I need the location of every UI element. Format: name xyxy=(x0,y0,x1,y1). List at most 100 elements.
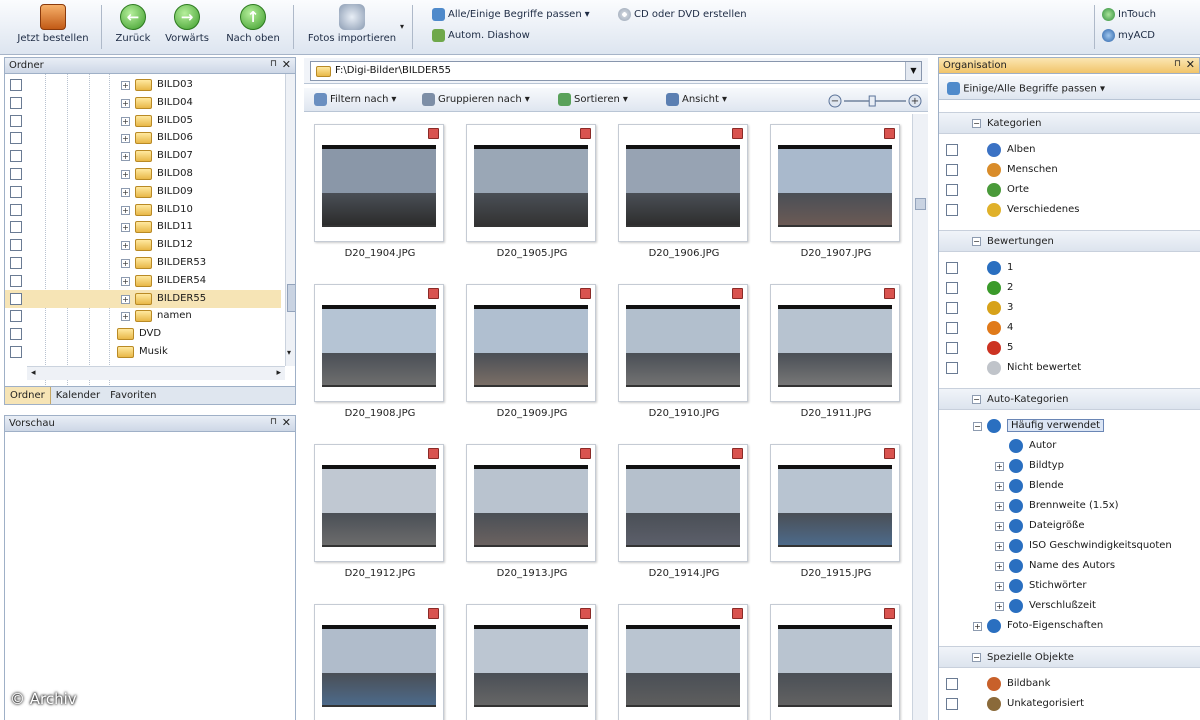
group-dropdown[interactable]: Gruppieren nach ▾ xyxy=(422,93,530,106)
folder-checkbox[interactable] xyxy=(10,132,22,145)
order-button[interactable]: Jetzt bestellen xyxy=(10,4,96,52)
folder-item[interactable]: + BILDER53 xyxy=(5,254,281,272)
folder-item[interactable]: + namen xyxy=(5,307,281,325)
auto-category-item[interactable]: + Brennweite (1.5x) xyxy=(939,496,1200,516)
expand-icon[interactable]: + xyxy=(121,170,130,179)
category-checkbox[interactable] xyxy=(946,342,958,354)
folder-item[interactable]: + BILD12 xyxy=(5,236,281,254)
expand-icon[interactable]: + xyxy=(121,312,130,322)
collapse-icon[interactable]: − xyxy=(972,653,981,662)
zoom-slider[interactable]: − + xyxy=(828,94,922,108)
forward-button[interactable]: → Vorwärts xyxy=(160,4,214,52)
folder-checkbox[interactable] xyxy=(10,221,22,234)
thumbnail-item[interactable]: D20_1908.JPG xyxy=(304,274,456,434)
category-checkbox[interactable] xyxy=(946,282,958,294)
expand-icon[interactable]: + xyxy=(121,81,130,90)
expand-icon[interactable]: + xyxy=(995,602,1004,611)
thumbnail-item[interactable]: D20_1906.JPG xyxy=(608,114,760,274)
folder-checkbox[interactable] xyxy=(10,168,22,180)
thumbnail-item[interactable]: D20_1910.JPG xyxy=(608,274,760,434)
create-cd-button[interactable]: CD oder DVD erstellen xyxy=(618,8,747,21)
category-item[interactable]: Orte xyxy=(939,180,1200,200)
auto-category-item[interactable]: + Verschlußzeit xyxy=(939,596,1200,616)
expand-icon[interactable]: + xyxy=(995,462,1004,471)
folder-checkbox[interactable] xyxy=(10,185,22,198)
folder-checkbox[interactable] xyxy=(10,257,22,269)
section-ratings[interactable]: − Bewertungen xyxy=(939,230,1200,252)
rating-item[interactable]: 2 xyxy=(939,278,1200,298)
special-item[interactable]: Bildbank xyxy=(939,674,1200,694)
expand-icon[interactable]: + xyxy=(121,294,130,304)
folder-checkbox[interactable] xyxy=(10,292,22,305)
folder-checkbox[interactable] xyxy=(10,96,22,109)
auto-category-photo-properties[interactable]: + Foto-Eigenschaften xyxy=(939,616,1200,636)
expand-icon[interactable]: + xyxy=(995,542,1004,551)
thumbnail-item[interactable]: D20_1905.JPG xyxy=(456,114,608,274)
thumbnail-item[interactable] xyxy=(456,594,608,720)
expand-icon[interactable]: + xyxy=(121,152,130,162)
auto-category-item[interactable]: + ISO Geschwindigkeitsquoten xyxy=(939,536,1200,556)
category-checkbox[interactable] xyxy=(946,144,958,156)
thumbnail-scrollbar[interactable] xyxy=(912,114,928,720)
pin-icon[interactable]: ⊓ xyxy=(270,59,277,69)
pin-icon[interactable]: ⊓ xyxy=(1174,59,1181,69)
folder-item[interactable]: DVD xyxy=(5,325,281,343)
category-checkbox[interactable] xyxy=(946,322,958,334)
auto-category-item[interactable]: + Stichwörter xyxy=(939,576,1200,596)
category-checkbox[interactable] xyxy=(946,362,958,374)
thumbnail-item[interactable]: D20_1915.JPG xyxy=(760,434,912,594)
category-checkbox[interactable] xyxy=(946,678,958,690)
intouch-button[interactable]: InTouch xyxy=(1102,8,1156,21)
rating-item[interactable]: 1 xyxy=(939,258,1200,278)
expand-icon[interactable]: + xyxy=(121,259,130,268)
section-auto-categories[interactable]: − Auto-Kategorien xyxy=(939,388,1200,410)
rating-item[interactable]: 4 xyxy=(939,318,1200,338)
category-checkbox[interactable] xyxy=(946,302,958,314)
folder-checkbox[interactable] xyxy=(10,274,22,287)
expand-icon[interactable]: + xyxy=(121,116,130,126)
folder-vertical-scrollbar[interactable]: ▾ xyxy=(285,74,295,366)
back-button[interactable]: ← Zurück xyxy=(108,4,158,52)
thumbnail-item[interactable]: D20_1907.JPG xyxy=(760,114,912,274)
import-dropdown-icon[interactable]: ▾ xyxy=(400,22,404,31)
expand-icon[interactable]: + xyxy=(121,276,130,286)
expand-icon[interactable]: + xyxy=(121,98,130,108)
category-item[interactable]: Verschiedenes xyxy=(939,200,1200,220)
expand-icon[interactable]: + xyxy=(121,134,130,144)
expand-icon[interactable]: + xyxy=(995,522,1004,531)
category-item[interactable]: Menschen xyxy=(939,160,1200,180)
close-icon[interactable]: ✕ xyxy=(282,416,291,429)
auto-category-item[interactable]: Autor xyxy=(939,436,1200,456)
folder-checkbox[interactable] xyxy=(10,328,22,341)
special-item[interactable]: Unkategorisiert xyxy=(939,694,1200,714)
thumbnail-item[interactable]: D20_1904.JPG xyxy=(304,114,456,274)
expand-icon[interactable]: + xyxy=(121,241,130,251)
expand-icon[interactable]: + xyxy=(973,622,982,631)
folder-checkbox[interactable] xyxy=(10,150,22,163)
collapse-icon[interactable]: − xyxy=(972,119,981,128)
folder-item[interactable]: + BILD04 xyxy=(5,94,281,112)
tab-folders[interactable]: Ordner xyxy=(5,387,51,404)
folder-item[interactable]: + BILD09 xyxy=(5,183,281,201)
path-input[interactable]: F:\Digi-Bilder\BILDER55 ▼ xyxy=(310,61,922,81)
match-terms-dropdown[interactable]: Alle/Einige Begriffe passen ▾ xyxy=(432,8,590,21)
rating-item-unrated[interactable]: Nicht bewertet xyxy=(939,358,1200,378)
folder-checkbox[interactable] xyxy=(10,239,22,252)
rating-item[interactable]: 5 xyxy=(939,338,1200,358)
folder-item[interactable]: + BILD03 xyxy=(5,76,281,94)
expand-icon[interactable]: + xyxy=(995,502,1004,511)
folder-item[interactable]: + BILD11 xyxy=(5,218,281,236)
thumbnail-item[interactable]: D20_1913.JPG xyxy=(456,434,608,594)
thumbnail-item[interactable] xyxy=(304,594,456,720)
auto-category-item[interactable]: + Bildtyp xyxy=(939,456,1200,476)
close-icon[interactable]: ✕ xyxy=(282,58,291,71)
folder-checkbox[interactable] xyxy=(10,310,22,323)
expand-icon[interactable]: + xyxy=(995,562,1004,571)
slideshow-button[interactable]: Autom. Diashow xyxy=(432,29,530,42)
folder-item[interactable]: + BILDER55 xyxy=(5,289,281,308)
thumbnail-item[interactable] xyxy=(608,594,760,720)
section-special-objects[interactable]: − Spezielle Objekte xyxy=(939,646,1200,668)
thumbnail-item[interactable]: D20_1909.JPG xyxy=(456,274,608,434)
view-dropdown[interactable]: Ansicht ▾ xyxy=(666,93,727,106)
expand-icon[interactable]: − xyxy=(973,422,982,431)
